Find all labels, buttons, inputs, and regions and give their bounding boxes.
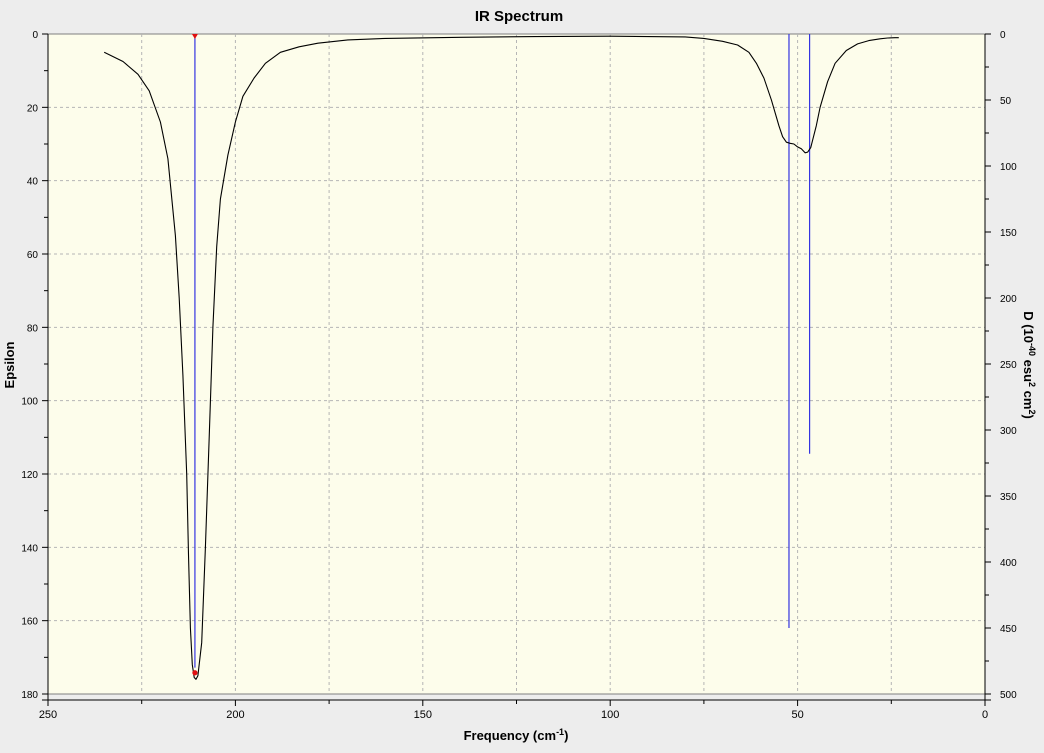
y-axis-right-label-part: cm <box>1021 387 1036 409</box>
y-left-tick-label: 60 <box>27 250 39 261</box>
y-right-tick-label: 450 <box>1000 624 1017 635</box>
x-tick-label: 150 <box>414 709 432 721</box>
x-tick-label: 100 <box>601 709 619 721</box>
y-left-tick-label: 40 <box>27 177 39 188</box>
y-axis-right-label-part: D (10 <box>1021 311 1036 343</box>
y-right-tick-label: 250 <box>1000 360 1017 371</box>
y-left-tick-label: 120 <box>21 470 38 481</box>
x-axis-label-end: ) <box>564 728 568 743</box>
chart-title: IR Spectrum <box>475 8 563 25</box>
x-tick-label: 250 <box>39 709 57 721</box>
y-right-tick-label: 500 <box>1000 690 1017 701</box>
ir-spectrum-chart: 250 200 150 100 50 00204060801001201401601800… <box>0 0 1044 753</box>
y-right-tick-label: 200 <box>1000 294 1017 305</box>
y-axis-right-label-part: -40 <box>1027 343 1037 356</box>
y-left-tick-label: 180 <box>21 690 38 701</box>
x-axis-label-main: Frequency (cm <box>464 728 556 743</box>
y-right-tick-label: 0 <box>1000 30 1006 41</box>
x-tick-label: 200 <box>226 709 244 721</box>
x-tick-label: 50 <box>791 709 803 721</box>
y-left-tick-label: 80 <box>27 323 39 334</box>
y-right-tick-label: 300 <box>1000 426 1017 437</box>
y-left-tick-label: 100 <box>21 397 38 408</box>
y-axis-right-label: D (10-40 esu2 cm2) <box>1021 311 1037 419</box>
y-right-tick-label: 100 <box>1000 162 1017 173</box>
y-axis-left-label: Epsilon <box>2 341 17 388</box>
y-right-tick-label: 150 <box>1000 228 1017 239</box>
y-axis-right-label-part: ) <box>1021 414 1036 418</box>
y-right-tick-label: 400 <box>1000 558 1017 569</box>
y-left-tick-label: 20 <box>27 103 39 114</box>
peak-marker-dot <box>192 670 198 676</box>
y-left-tick-label: 160 <box>21 617 38 628</box>
y-axis-right-label-part: esu <box>1021 356 1036 382</box>
x-axis-label: Frequency (cm-1) <box>464 727 569 743</box>
x-axis-label-sup: -1 <box>556 727 564 737</box>
x-tick-label: 0 <box>982 709 988 721</box>
y-left-tick-label: 140 <box>21 543 38 554</box>
y-right-tick-label: 350 <box>1000 492 1017 503</box>
y-right-tick-label: 50 <box>1000 96 1012 107</box>
y-left-tick-label: 0 <box>32 30 38 41</box>
